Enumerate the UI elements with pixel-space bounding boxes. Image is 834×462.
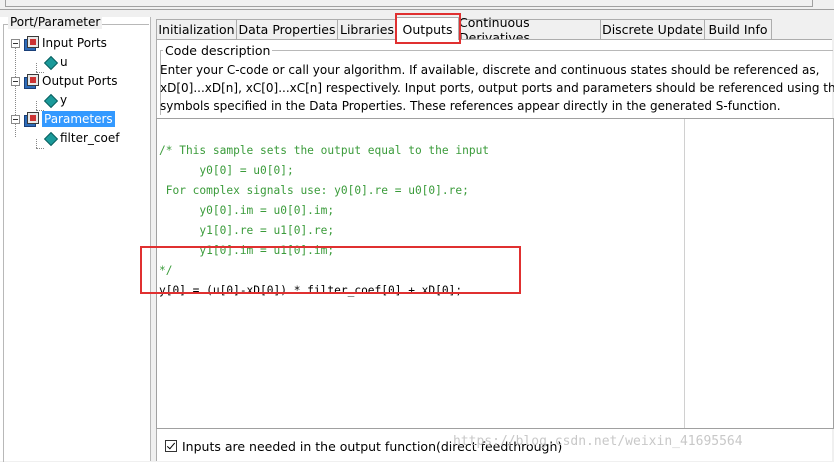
- block-icon: [24, 36, 39, 51]
- description-line: Enter your C-code or call your algorithm…: [160, 63, 820, 77]
- tree-item-label: u: [60, 55, 68, 69]
- tab-bar: Initialization Data Properties Libraries…: [156, 15, 834, 45]
- port-parameter-tree: Port/Parameter Input Ports u Output Port…: [0, 15, 151, 462]
- code-comment-line: /* This sample sets the output equal to …: [159, 144, 490, 157]
- tab-libraries[interactable]: Libraries: [337, 19, 397, 39]
- collapse-icon[interactable]: [11, 76, 20, 86]
- tab-data-properties[interactable]: Data Properties: [236, 19, 338, 39]
- direct-feedthrough-checkbox[interactable]: [165, 440, 177, 452]
- tab-continuous-derivatives[interactable]: Continuous Derivatives: [458, 15, 601, 45]
- code-description-text: Enter your C-code or call your algorithm…: [160, 61, 834, 115]
- code-description-title: Code description: [163, 43, 273, 58]
- collapse-icon[interactable]: [11, 38, 20, 48]
- tab-initialization[interactable]: Initialization: [156, 19, 237, 39]
- tree-item-filter-coef[interactable]: filter_coef: [44, 129, 119, 147]
- tree-item-parameters[interactable]: Parameters: [11, 110, 115, 128]
- code-comment-line: For complex signals use: y0[0].re = u0[0…: [159, 184, 469, 197]
- collapse-icon[interactable]: [11, 114, 20, 124]
- tree-item-input-ports[interactable]: Input Ports: [11, 34, 107, 52]
- tree-item-label: y: [60, 93, 68, 107]
- code-comment-line: y0[0] = u0[0];: [159, 164, 294, 177]
- watermark: https://blog.csdn.net/weixin_41695564: [453, 434, 743, 449]
- code-comment-line: y0[0].im = u0[0].im;: [159, 204, 335, 217]
- tree-item-label: filter_coef: [60, 131, 120, 145]
- tab-build-info[interactable]: Build Info: [704, 19, 772, 39]
- parameter-diamond-icon: [44, 132, 56, 144]
- port-diamond-icon: [44, 94, 56, 106]
- block-icon: [24, 74, 39, 89]
- code-line-highlight: [140, 246, 521, 294]
- tree-item-u[interactable]: u: [44, 53, 68, 71]
- description-line: xD[0]...xD[n], xC[0]...xC[n] respectivel…: [160, 81, 834, 95]
- block-icon: [24, 112, 39, 127]
- tree-item-output-ports[interactable]: Output Ports: [11, 72, 118, 90]
- tree-title: Port/Parameter: [8, 15, 103, 29]
- tree-item-label: Output Ports: [42, 74, 118, 88]
- port-diamond-icon: [44, 56, 56, 68]
- tree-item-label: Input Ports: [42, 36, 107, 50]
- tree-item-y[interactable]: y: [44, 91, 67, 109]
- description-line: symbols specified in the Data Properties…: [160, 99, 781, 113]
- window-top-edge: [0, 0, 834, 10]
- outputs-tab-highlight: [395, 13, 461, 44]
- tree-item-label: Parameters: [42, 111, 115, 127]
- tab-discrete-update[interactable]: Discrete Update: [600, 19, 705, 39]
- code-comment-line: y1[0].re = u1[0].re;: [159, 224, 335, 237]
